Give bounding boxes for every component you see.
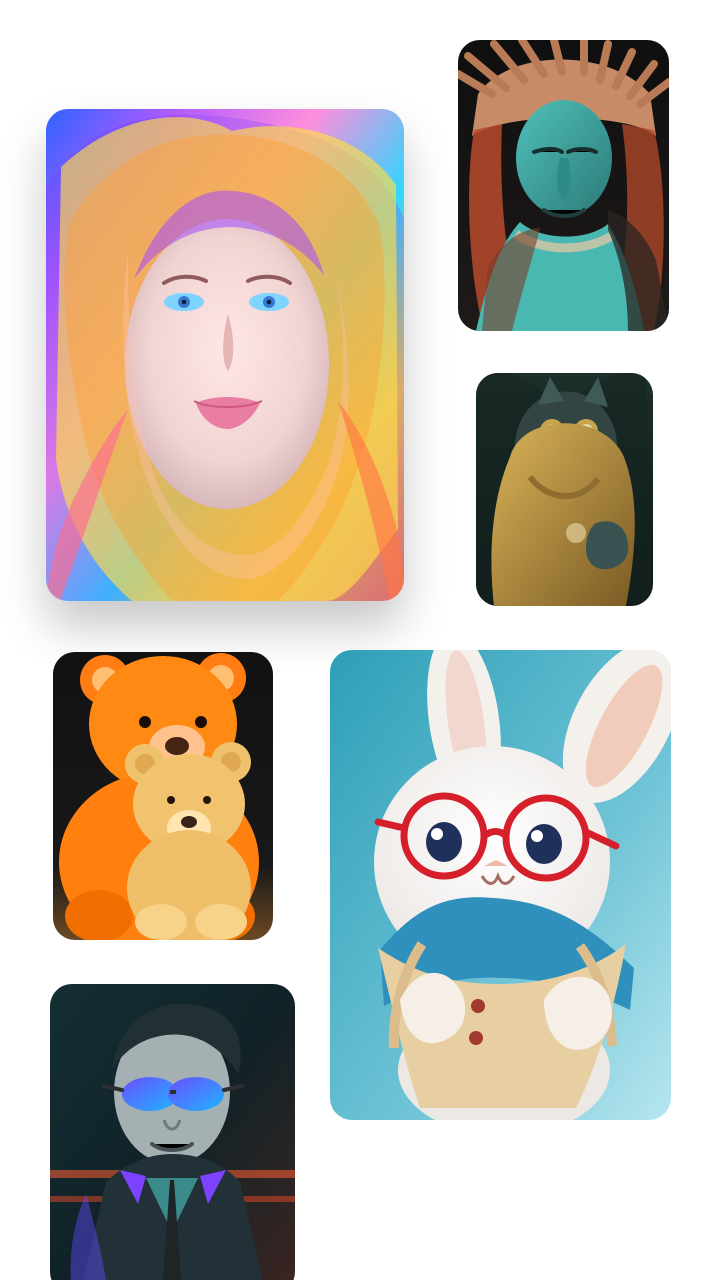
rainbow-haired-girl-image bbox=[46, 109, 404, 601]
bunny-with-glasses-image bbox=[330, 650, 671, 1120]
native-chief-portrait-image bbox=[458, 40, 669, 331]
native-chief-card[interactable] bbox=[458, 40, 669, 331]
image-gallery bbox=[0, 0, 720, 1280]
rainbow-girl-card[interactable] bbox=[46, 109, 404, 601]
bunny-card[interactable] bbox=[330, 650, 671, 1120]
teddy-bears-image bbox=[53, 652, 273, 940]
boy-with-sunglasses-image bbox=[50, 984, 295, 1280]
teddy-bears-card[interactable] bbox=[53, 652, 273, 940]
hooded-cat-card[interactable] bbox=[476, 373, 653, 606]
boy-card[interactable] bbox=[50, 984, 295, 1280]
hooded-cat-portrait-image bbox=[476, 373, 653, 606]
